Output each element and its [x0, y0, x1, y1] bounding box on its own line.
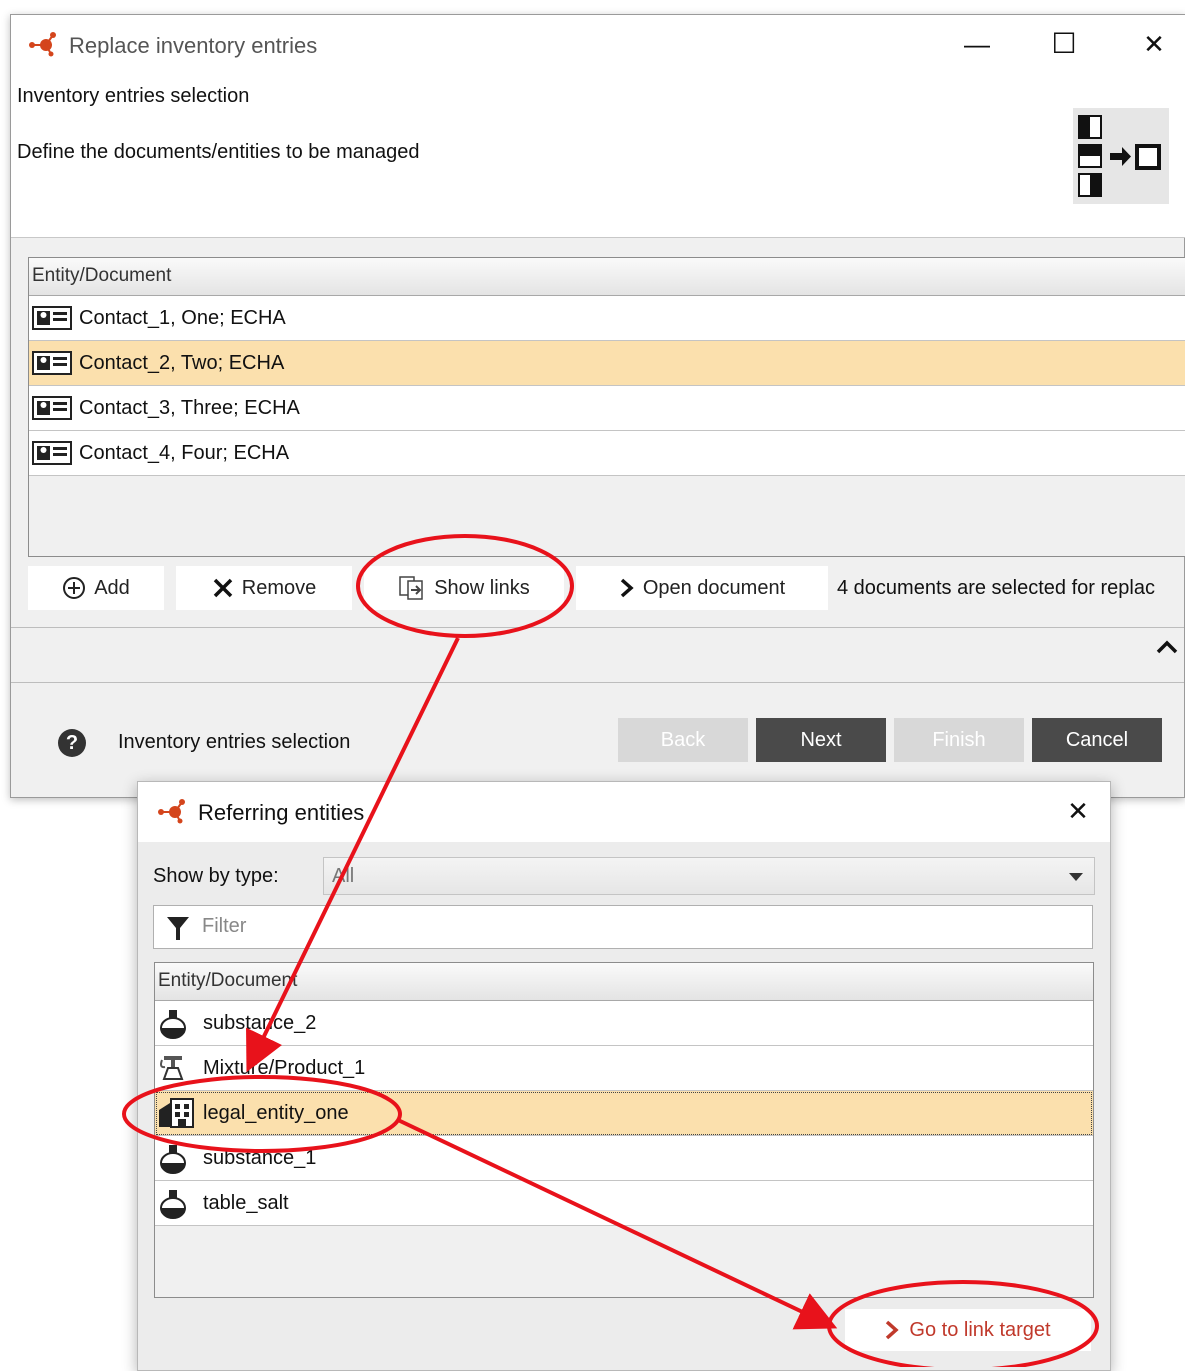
window-title: Replace inventory entries	[69, 33, 318, 58]
close-button[interactable]: ✕	[1134, 29, 1174, 59]
dropdown-arrow-icon	[1069, 873, 1083, 881]
column-header-entity-document[interactable]: Entity/Document	[29, 258, 1185, 296]
app-logo-icon	[29, 32, 56, 57]
cancel-button[interactable]: Cancel	[1032, 718, 1162, 762]
column-header-entity-document[interactable]: Entity/Document	[155, 963, 1093, 1001]
dialog-title-bar: Referring entities ✕	[138, 782, 1110, 842]
filter-input[interactable]: Filter	[153, 905, 1093, 949]
row-label: table_salt	[203, 1192, 289, 1214]
table-row-selected[interactable]: Contact_2, Two; ECHA	[29, 341, 1185, 386]
table-row[interactable]: Contact_3, Three; ECHA	[29, 386, 1185, 431]
flask-icon	[160, 1010, 186, 1039]
table-row[interactable]: Contact_1, One; ECHA	[29, 296, 1185, 341]
back-button[interactable]: Back	[618, 718, 748, 762]
add-button[interactable]: Add	[28, 566, 164, 610]
remove-button[interactable]: Remove	[176, 566, 352, 610]
table-row[interactable]: Contact_4, Four; ECHA	[29, 431, 1185, 476]
row-label: substance_2	[203, 1012, 317, 1034]
chevron-right-icon	[620, 578, 634, 598]
page-description: Define the documents/entities to be mana…	[17, 141, 420, 163]
table-row[interactable]: substance_2	[155, 1001, 1093, 1046]
add-circle-icon	[63, 577, 86, 599]
filter-placeholder: Filter	[202, 915, 247, 937]
table-row[interactable]: substance_1	[155, 1136, 1093, 1181]
row-label: Contact_3, Three; ECHA	[79, 397, 300, 419]
show-by-type-label: Show by type:	[153, 865, 279, 887]
row-label: legal_entity_one	[203, 1102, 349, 1124]
dialog-title: Referring entities	[198, 800, 365, 825]
contact-card-icon	[32, 441, 72, 465]
wizard-header: Replace inventory entries — ☐ ✕ Inventor…	[11, 15, 1185, 238]
footer-step-label: Inventory entries selection	[118, 731, 351, 753]
open-document-button[interactable]: Open document	[576, 566, 828, 610]
row-label: Contact_4, Four; ECHA	[79, 442, 290, 464]
table-row[interactable]: table_salt	[155, 1181, 1093, 1226]
referring-entities-dialog: Referring entities ✕ Show by type: All F…	[137, 781, 1111, 1371]
show-links-icon	[399, 576, 423, 600]
legal-entity-icon	[159, 1098, 194, 1128]
remove-label: Remove	[241, 577, 317, 599]
help-icon[interactable]: ?	[58, 729, 86, 757]
flask-icon	[160, 1145, 186, 1174]
table-row-selected[interactable]: legal_entity_one	[155, 1091, 1093, 1136]
open-document-label: Open document	[642, 577, 786, 599]
show-links-button[interactable]: Show links	[364, 566, 564, 610]
finish-button[interactable]: Finish	[894, 718, 1024, 762]
show-by-type-value: All	[332, 865, 355, 887]
table-row[interactable]: Mixture/Product_1	[155, 1046, 1093, 1091]
filter-funnel-icon	[167, 917, 189, 940]
mixture-icon	[160, 1056, 184, 1080]
entries-toolbar: Add Remove Show links Open document 4 do…	[28, 566, 1185, 610]
go-to-link-target-label: Go to link target	[909, 1319, 1051, 1341]
row-label: substance_1	[203, 1147, 317, 1169]
show-links-label: Show links	[434, 577, 530, 599]
referring-entities-table: Entity/Document substance_2 Mixture/Prod…	[154, 962, 1094, 1298]
add-label: Add	[94, 577, 130, 599]
selection-status: 4 documents are selected for replac	[837, 577, 1155, 599]
maximize-button[interactable]: ☐	[1044, 29, 1084, 59]
chevron-up-icon[interactable]	[1155, 638, 1179, 656]
contact-card-icon	[32, 396, 72, 420]
replace-entries-icon	[1073, 108, 1169, 204]
entries-table: Entity/Document Contact_1, One; ECHA Con…	[28, 257, 1185, 557]
row-label: Mixture/Product_1	[203, 1057, 366, 1079]
app-logo-icon	[158, 799, 185, 824]
go-to-link-target-button[interactable]: Go to link target	[845, 1309, 1091, 1351]
details-panel	[11, 627, 1184, 683]
replace-inventory-window: Replace inventory entries — ☐ ✕ Inventor…	[10, 14, 1185, 798]
row-label: Contact_1, One; ECHA	[79, 307, 286, 329]
row-label: Contact_2, Two; ECHA	[79, 352, 285, 374]
page-heading: Inventory entries selection	[17, 85, 250, 107]
show-by-type-select[interactable]: All	[323, 857, 1095, 895]
remove-x-icon	[213, 578, 232, 598]
flask-icon	[160, 1190, 186, 1219]
dialog-close-button[interactable]: ✕	[1058, 796, 1098, 826]
next-button[interactable]: Next	[756, 718, 886, 762]
minimize-button[interactable]: —	[957, 29, 997, 59]
contact-card-icon	[32, 306, 72, 330]
chevron-right-icon	[886, 1320, 900, 1340]
contact-card-icon	[32, 351, 72, 375]
